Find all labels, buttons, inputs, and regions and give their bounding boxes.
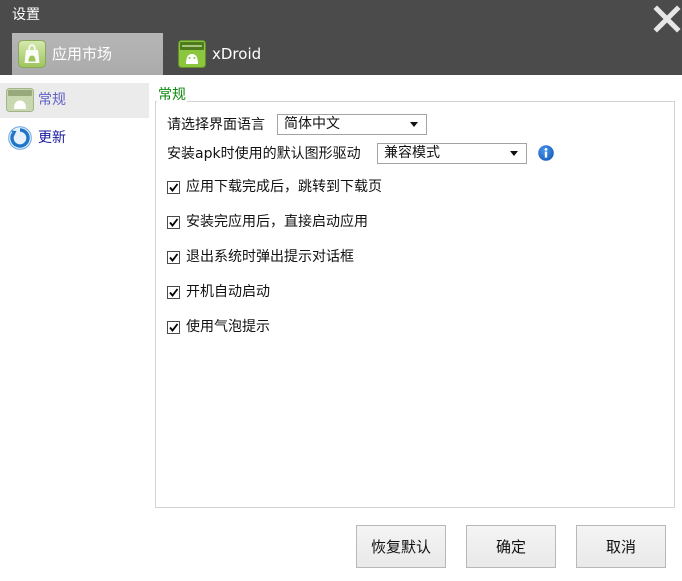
option-label: 使用气泡提示 [186,319,270,335]
sidebar-item-general[interactable]: 常规 [0,83,149,118]
option-bubble-tips[interactable]: 使用气泡提示 [167,317,270,337]
cancel-button[interactable]: 取消 [576,525,666,568]
sidebar-item-update[interactable]: 更新 [0,121,149,156]
sidebar-item-label: 更新 [38,130,66,146]
graphics-driver-select-value: 兼容模式 [384,145,440,161]
button-label: 取消 [605,538,636,556]
checkmark-icon [169,182,179,192]
tab-label: 应用市场 [52,45,113,63]
header-bar: 设置 应用市场 xDroid [0,0,682,75]
option-label: 应用下载完成后，跳转到下载页 [186,179,382,195]
language-label: 请选择界面语言 [167,117,265,133]
language-select-value: 简体中文 [284,116,340,132]
checkbox[interactable] [167,285,180,299]
update-icon [8,126,32,150]
option-label: 安装完应用后，直接启动应用 [186,214,368,230]
option-jump-to-downloads[interactable]: 应用下载完成后，跳转到下载页 [167,177,382,197]
restore-defaults-button[interactable]: 恢复默认 [356,525,446,568]
option-label: 退出系统时弹出提示对话框 [186,249,354,265]
checkmark-icon [169,217,179,227]
general-settings-icon [6,88,34,112]
settings-window: 设置 应用市场 xDroid 常规 更新 常规 请选择界面语言 简体中文 安装a… [0,0,682,581]
info-icon[interactable] [538,145,554,161]
checkmark-icon [169,322,179,332]
checkbox[interactable] [167,320,180,334]
tab-xdroid[interactable]: xDroid [172,33,272,75]
tab-label: xDroid [212,45,262,63]
button-label: 恢复默认 [370,538,431,556]
option-label: 开机自动启动 [186,284,270,300]
graphics-driver-select[interactable]: 兼容模式 [377,143,527,164]
xdroid-icon [178,40,206,68]
graphics-driver-label: 安装apk时使用的默认图形驱动 [167,146,361,162]
option-start-on-boot[interactable]: 开机自动启动 [167,282,270,302]
tab-app-market[interactable]: 应用市场 [12,33,163,75]
group-title: 常规 [157,87,187,103]
checkbox[interactable] [167,215,180,229]
checkmark-icon [169,287,179,297]
checkbox[interactable] [167,180,180,194]
option-auto-launch-app[interactable]: 安装完应用后，直接启动应用 [167,212,368,232]
chevron-down-icon [410,122,418,127]
chevron-down-icon [510,151,518,156]
button-label: 确定 [495,538,526,556]
option-exit-confirm[interactable]: 退出系统时弹出提示对话框 [167,247,354,267]
window-title: 设置 [12,7,40,23]
app-market-icon [18,40,46,68]
checkmark-icon [169,252,179,262]
checkbox[interactable] [167,250,180,264]
language-select[interactable]: 简体中文 [277,114,427,135]
close-icon[interactable] [653,5,681,33]
ok-button[interactable]: 确定 [466,525,556,568]
sidebar-item-label: 常规 [38,92,66,108]
